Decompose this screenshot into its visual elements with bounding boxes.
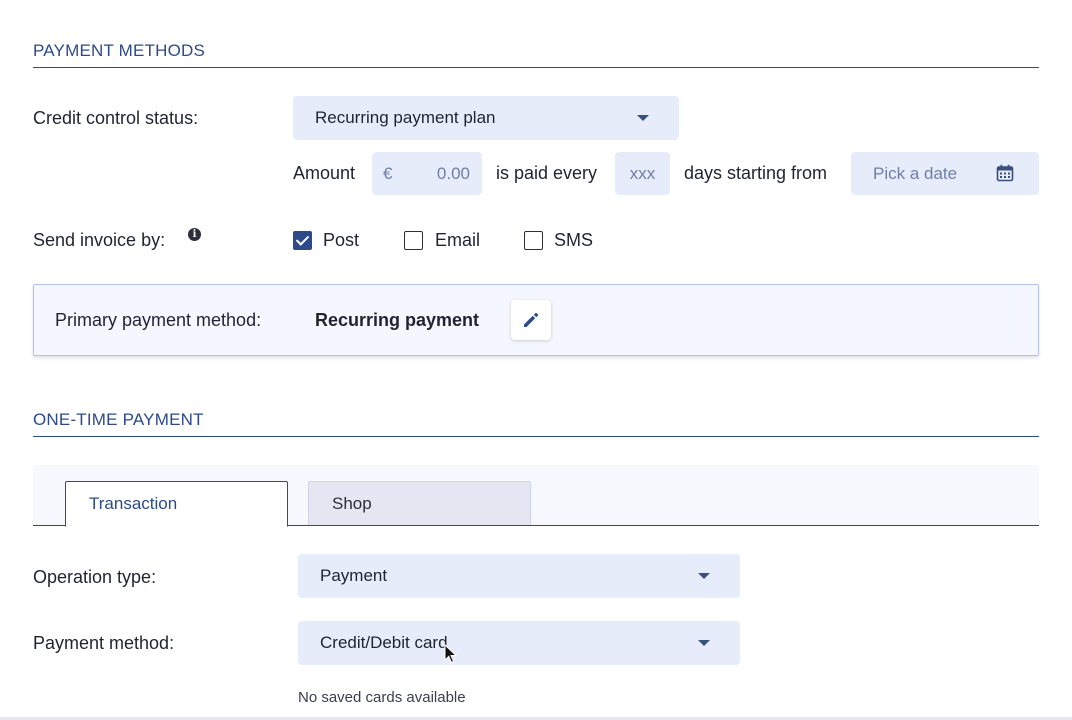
no-saved-cards-message: No saved cards available [298,689,466,706]
section-title-payment-methods: PAYMENT METHODS [33,41,206,60]
amount-input[interactable]: € 0.00 [372,152,482,195]
tab-label: Transaction [89,494,178,513]
days-placeholder: xxx [629,163,656,183]
operation-type-selected-value: Payment [320,566,388,585]
days-input[interactable]: xxx [615,152,670,195]
payment-method-selected-value: Credit/Debit card [320,633,448,652]
post-checkbox[interactable] [293,231,312,250]
credit-control-selected-value: Recurring payment plan [315,108,496,127]
section-title-one-time-payment: ONE-TIME PAYMENT [33,410,204,429]
info-icon[interactable]: i [188,228,201,241]
credit-control-label: Credit control status: [33,108,199,128]
date-placeholder: Pick a date [873,163,958,183]
payment-method-label: Payment method: [33,633,175,653]
paid-every-label: is paid every [496,163,598,183]
tab-transaction[interactable]: Transaction [65,481,288,527]
section-divider [33,67,1039,68]
pencil-icon [524,312,539,327]
sms-checkbox[interactable] [524,231,543,250]
calendar-icon[interactable] [996,164,1014,187]
credit-control-select[interactable]: Recurring payment plan [293,96,679,140]
operation-type-label: Operation type: [33,567,157,587]
post-option-label: Post [323,230,360,250]
email-option-label: Email [435,230,481,250]
caret-down-icon [698,573,710,579]
currency-symbol: € [383,163,393,183]
amount-placeholder: 0.00 [436,163,470,183]
edit-primary-method-button[interactable] [511,300,551,340]
primary-payment-method-panel: Primary payment method: Recurring paymen… [33,284,1039,356]
operation-type-select[interactable]: Payment [298,554,740,598]
amount-label: Amount [293,163,356,183]
send-invoice-label: Send invoice by: [33,230,166,250]
caret-down-icon [698,640,710,646]
sms-option-label: SMS [554,230,594,250]
mouse-pointer-icon [444,643,458,664]
primary-method-label: Primary payment method: [55,310,262,330]
section-divider [33,436,1039,437]
tab-shop[interactable]: Shop [308,481,531,525]
payment-method-select[interactable]: Credit/Debit card [298,621,740,665]
tab-label: Shop [332,493,372,513]
days-starting-label: days starting from [684,163,828,183]
date-picker-input[interactable]: Pick a date [851,152,1039,195]
primary-method-value: Recurring payment [315,310,480,330]
caret-down-icon [637,115,649,121]
email-checkbox[interactable] [404,231,423,250]
